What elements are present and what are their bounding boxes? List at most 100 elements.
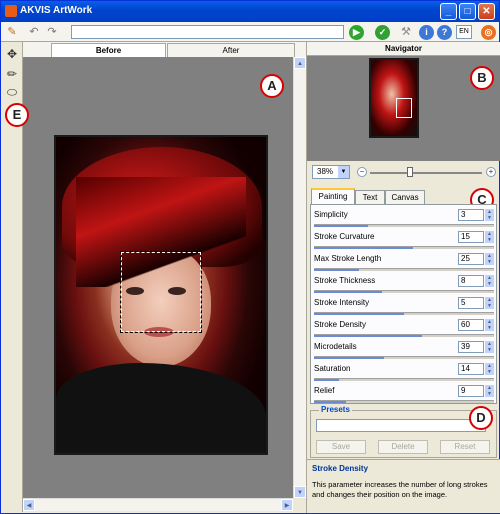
spin-arrows-icon[interactable]: ▲ ▼ xyxy=(485,363,494,375)
param-relief: Relief 9 ▲ ▼ xyxy=(311,383,496,405)
language-selector[interactable]: EN xyxy=(456,25,472,39)
param-slider[interactable] xyxy=(314,246,494,249)
slider-fill xyxy=(314,291,383,293)
hint-panel: Stroke Density This parameter increases … xyxy=(307,459,500,513)
param-value-field[interactable]: 8 xyxy=(458,275,484,287)
scroll-down-icon[interactable]: ▼ xyxy=(294,486,306,498)
navigator-preview[interactable]: B xyxy=(307,56,500,161)
preview-frame[interactable] xyxy=(120,251,202,333)
tab-painting[interactable]: Painting xyxy=(311,188,355,204)
help-button[interactable]: ? xyxy=(437,25,452,40)
param-simplicity: Simplicity 3 ▲ ▼ xyxy=(311,207,496,229)
navigator-view-rect[interactable] xyxy=(396,98,412,118)
hint-title: Stroke Density xyxy=(312,464,369,473)
hand-tool-icon[interactable]: ✥ xyxy=(4,46,20,62)
brush-tool-icon[interactable]: ✎ xyxy=(5,25,19,39)
spin-arrows-icon[interactable]: ▲ ▼ xyxy=(485,253,494,265)
eraser-tool-icon[interactable]: ⬭ xyxy=(4,84,20,100)
scroll-right-icon[interactable]: ▶ xyxy=(281,499,293,511)
zoom-in-icon[interactable]: + xyxy=(486,167,496,177)
painting-parameters: Simplicity 3 ▲ ▼ Stroke Curvature 15 ▲ ▼ M… xyxy=(310,204,497,404)
hint-text: This parameter increases the number of l… xyxy=(312,480,488,499)
tab-before[interactable]: Before xyxy=(51,43,166,57)
zoom-slider[interactable] xyxy=(370,172,482,174)
marker-b: B xyxy=(470,66,494,90)
pencil-tool-icon[interactable]: ✏ xyxy=(4,66,20,82)
navigator-thumbnail xyxy=(369,58,419,138)
spin-arrows-icon[interactable]: ▲ ▼ xyxy=(485,319,494,331)
slider-fill xyxy=(314,401,347,403)
scroll-up-icon[interactable]: ▲ xyxy=(294,57,306,69)
tab-after[interactable]: After xyxy=(167,43,295,57)
param-stroke-intensity: Stroke Intensity 5 ▲ ▼ xyxy=(311,295,496,317)
undo-icon[interactable]: ↶ xyxy=(27,25,41,39)
zoom-out-icon[interactable]: − xyxy=(357,167,367,177)
spin-arrows-icon[interactable]: ▲ ▼ xyxy=(485,275,494,287)
settings-icon[interactable]: ⚒ xyxy=(399,25,413,39)
param-value-field[interactable]: 3 xyxy=(458,209,484,221)
param-value-field[interactable]: 15 xyxy=(458,231,484,243)
param-label: Saturation xyxy=(314,364,351,373)
param-value-field[interactable]: 9 xyxy=(458,385,484,397)
spin-arrows-icon[interactable]: ▲ ▼ xyxy=(485,385,494,397)
horizontal-scrollbar[interactable]: ◀ ▶ xyxy=(23,498,293,511)
spin-arrows-icon[interactable]: ▲ ▼ xyxy=(485,297,494,309)
scroll-left-icon[interactable]: ◀ xyxy=(23,499,35,511)
param-label: Stroke Intensity xyxy=(314,298,370,307)
slider-fill xyxy=(314,335,422,337)
reset-preset-button[interactable]: Reset xyxy=(440,440,490,454)
tab-text[interactable]: Text xyxy=(355,190,385,204)
image-viewport[interactable]: A xyxy=(23,57,293,498)
info-button[interactable]: i xyxy=(419,25,434,40)
app-window: AKVIS ArtWork _ □ ✕ ✎ ↶ ↷ ▶ ✓ ⚒ i ? EN ◎… xyxy=(0,0,500,514)
vertical-scrollbar[interactable]: ▲ ▼ xyxy=(293,57,306,498)
param-slider[interactable] xyxy=(314,356,494,359)
param-slider[interactable] xyxy=(314,400,494,403)
settings-panel: Navigator B 38% ▼ − + Painting Text Canv… xyxy=(306,42,500,513)
slider-fill xyxy=(314,225,368,227)
navigator-title: Navigator xyxy=(307,42,500,56)
param-stroke-thickness: Stroke Thickness 8 ▲ ▼ xyxy=(311,273,496,295)
close-button[interactable]: ✕ xyxy=(478,3,495,20)
param-slider[interactable] xyxy=(314,334,494,337)
spin-arrows-icon[interactable]: ▲ ▼ xyxy=(485,341,494,353)
zoom-select[interactable]: 38% ▼ xyxy=(312,165,350,179)
param-value-field[interactable]: 25 xyxy=(458,253,484,265)
zoom-value: 38% xyxy=(317,167,334,176)
shoulder-shape xyxy=(56,363,266,453)
slider-fill xyxy=(314,247,413,249)
akvis-logo-button[interactable]: ◎ xyxy=(481,25,496,40)
spin-arrows-icon[interactable]: ▲ ▼ xyxy=(485,231,494,243)
minimize-button[interactable]: _ xyxy=(440,3,457,20)
param-slider[interactable] xyxy=(314,268,494,271)
chevron-down-icon[interactable]: ▼ xyxy=(338,166,349,178)
param-value-field[interactable]: 14 xyxy=(458,363,484,375)
param-slider[interactable] xyxy=(314,378,494,381)
marker-d: D xyxy=(469,406,493,430)
param-value-field[interactable]: 5 xyxy=(458,297,484,309)
presets-title: Presets xyxy=(319,405,352,414)
param-slider[interactable] xyxy=(314,224,494,227)
apply-button[interactable]: ✓ xyxy=(375,25,390,40)
param-label: Max Stroke Length xyxy=(314,254,382,263)
marker-a: A xyxy=(260,74,284,98)
save-preset-button[interactable]: Save xyxy=(316,440,366,454)
param-microdetails: Microdetails 39 ▲ ▼ xyxy=(311,339,496,361)
param-value-field[interactable]: 60 xyxy=(458,319,484,331)
delete-preset-button[interactable]: Delete xyxy=(378,440,428,454)
param-slider[interactable] xyxy=(314,312,494,315)
spin-arrows-icon[interactable]: ▲ ▼ xyxy=(485,209,494,221)
maximize-button[interactable]: □ xyxy=(459,3,476,20)
param-saturation: Saturation 14 ▲ ▼ xyxy=(311,361,496,383)
preset-name-input[interactable] xyxy=(316,419,486,432)
app-logo-icon xyxy=(5,5,17,17)
redo-icon[interactable]: ↷ xyxy=(45,25,59,39)
slider-fill xyxy=(314,379,340,381)
run-button[interactable]: ▶ xyxy=(349,25,364,40)
marker-e: E xyxy=(5,103,29,127)
param-value-field[interactable]: 39 xyxy=(458,341,484,353)
tab-canvas[interactable]: Canvas xyxy=(385,190,425,204)
param-label: Stroke Thickness xyxy=(314,276,376,285)
param-slider[interactable] xyxy=(314,290,494,293)
zoom-slider-handle[interactable] xyxy=(407,167,413,177)
